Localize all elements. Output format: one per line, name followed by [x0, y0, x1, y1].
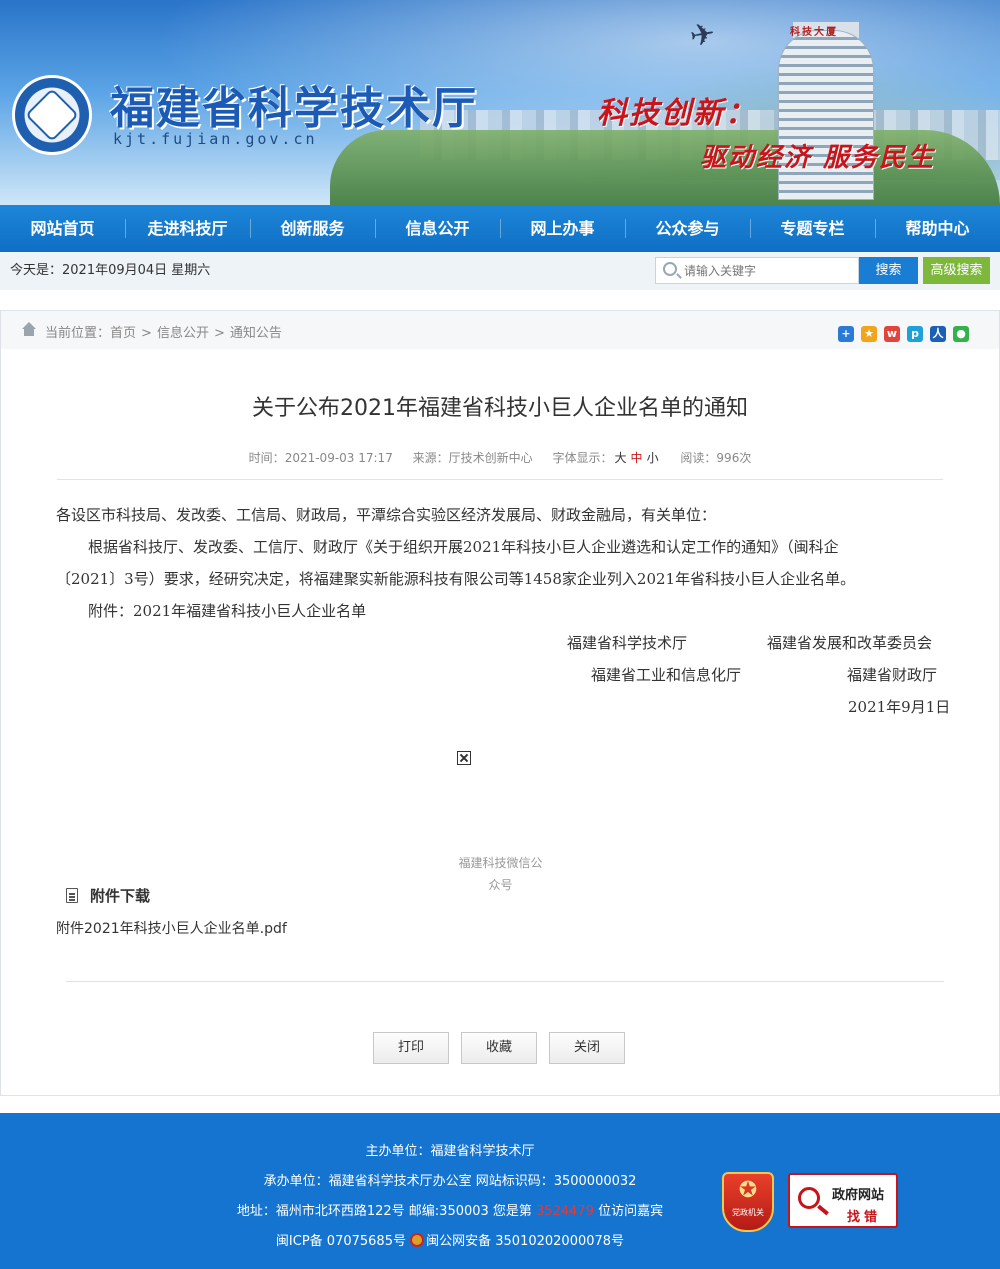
logo-emblem-icon: [25, 88, 79, 142]
breadcrumb-separator: >: [141, 326, 152, 341]
favorite-button[interactable]: 收藏: [461, 1032, 537, 1064]
meta-time: 时间：2021-09-03 17:17: [248, 451, 393, 465]
visitor-count: 3524479: [536, 1204, 594, 1219]
footer-address-suffix: 位访问嘉宾: [598, 1204, 664, 1219]
nav-online-services[interactable]: 网上办事: [500, 205, 625, 252]
breadcrumb-separator: >: [213, 326, 225, 341]
signer-finance-dept: 福建省财政厅: [847, 666, 938, 684]
signer-science-dept: 福建省科学技术厅: [567, 634, 688, 652]
meta-reads: 阅读：996次: [680, 451, 752, 465]
police-record-link[interactable]: 闽公网安备 35010202000078号: [426, 1234, 624, 1249]
slogan-line2: 驱动经济 服务民生: [700, 143, 936, 173]
qzone-icon[interactable]: ★: [861, 326, 877, 342]
footer-host: 主办单位：福建省科学技术厅: [365, 1144, 535, 1159]
party-badge-label: 党政机关: [732, 1208, 764, 1217]
nav-public-participation[interactable]: 公众参与: [625, 205, 750, 252]
qr-caption-line2: 众号: [488, 878, 513, 892]
nav-help[interactable]: 帮助中心: [875, 205, 1000, 252]
recipients-paragraph: 各设区市科技局、发改委、工信局、财政局，平潭综合实验区经济发展局、财政金融局，有…: [56, 506, 717, 524]
slogan-line1: 科技创新：: [597, 96, 757, 131]
share-plus-icon[interactable]: +: [838, 326, 854, 342]
breadcrumb-prefix: 当前位置：: [45, 326, 111, 341]
nav-innovation[interactable]: 创新服务: [250, 205, 375, 252]
search-icon: [663, 262, 677, 276]
broken-image-icon: [457, 751, 471, 765]
party-organ-badge[interactable]: ✪ 党政机关: [722, 1172, 774, 1232]
font-size-small[interactable]: 小: [647, 451, 659, 465]
signer-development-commission: 福建省发展和改革委员会: [767, 634, 933, 652]
attachment-note: 附件：2021年福建省科技小巨人企业名单: [88, 602, 367, 620]
main-nav: 网站首页 走进科技厅 创新服务 信息公开 网上办事 公众参与 专题专栏 帮助中心: [0, 205, 1000, 252]
article-meta: 时间：2021-09-03 17:17 来源：厅技术创新中心 字体显示：大中小 …: [0, 449, 1000, 466]
divider: [66, 981, 944, 982]
tencent-weibo-icon[interactable]: p: [907, 326, 923, 342]
breadcrumb-notices[interactable]: 通知公告: [230, 326, 282, 341]
police-badge-icon: [410, 1233, 425, 1247]
nav-special-topics[interactable]: 专题专栏: [750, 205, 875, 252]
attachment-file-link[interactable]: 附件2021年科技小巨人企业名单.pdf: [56, 918, 287, 938]
qr-caption: 福建科技微信公 众号: [448, 852, 553, 896]
search-input[interactable]: [684, 260, 854, 281]
today-date: 今天是：2021年09月04日 星期六: [10, 263, 211, 278]
nav-home[interactable]: 网站首页: [0, 205, 125, 252]
publish-time: 2021-09-03 17:17: [284, 451, 393, 465]
body-paragraph-line2: 〔2021〕3号）要求，经研究决定，将福建聚实新能源科技有限公司等1458家企业…: [56, 570, 856, 588]
footer-registration: 闽ICP备 07075685号 闽公网安备 35010202000078号: [0, 1230, 900, 1249]
advanced-search-button[interactable]: 高级搜索: [923, 257, 990, 284]
share-icons: + ★ w p 人 ●: [838, 326, 969, 342]
signer-industry-dept: 福建省工业和信息化厅: [591, 666, 742, 684]
read-count: 996次: [716, 451, 752, 465]
font-size-large[interactable]: 大: [615, 451, 627, 465]
weibo-icon[interactable]: w: [884, 326, 900, 342]
issue-date: 2021年9月1日: [848, 698, 951, 716]
tower-sign: 科技大厦: [790, 27, 838, 38]
site-url: kjt.fujian.gov.cn: [113, 130, 318, 148]
party-emblem-icon: ✪: [738, 1178, 758, 1203]
icp-link[interactable]: 闽ICP备 07075685号: [276, 1234, 406, 1249]
meta-font-size: 字体显示：大中小: [552, 451, 659, 465]
article-title: 关于公布2021年福建省科技小巨人企业名单的通知: [252, 396, 748, 421]
qr-caption-line1: 福建科技微信公: [458, 856, 543, 870]
close-button[interactable]: 关闭: [549, 1032, 625, 1064]
banner-tower: [778, 30, 874, 200]
search-button[interactable]: 搜索: [859, 257, 918, 284]
breadcrumb-info-public[interactable]: 信息公开: [157, 326, 209, 341]
font-size-medium[interactable]: 中: [631, 451, 643, 465]
body-paragraph-line1: 根据省科技厅、发改委、工信厅、财政厅《关于组织开展2021年科技小巨人企业遴选和…: [88, 538, 839, 556]
document-icon: [66, 888, 78, 903]
magnifier-icon: [798, 1187, 820, 1209]
breadcrumb-home[interactable]: 首页: [110, 326, 136, 341]
gov-badge-line2: 找错: [847, 1210, 882, 1225]
footer-address-prefix: 地址：福州市北环西路122号 邮编:350003 您是第: [236, 1204, 532, 1219]
divider: [57, 479, 943, 480]
nav-info-public[interactable]: 信息公开: [375, 205, 500, 252]
gov-badge-line1: 政府网站: [832, 1188, 885, 1203]
article-source: 厅技术创新中心: [448, 451, 533, 465]
breadcrumb: 当前位置：首页 > 信息公开 > 通知公告: [45, 322, 282, 341]
site-logo[interactable]: [12, 75, 92, 155]
nav-about[interactable]: 走进科技厅: [125, 205, 250, 252]
meta-source: 来源：厅技术创新中心: [412, 451, 533, 465]
wechat-icon[interactable]: ●: [953, 326, 969, 342]
site-title[interactable]: 福建省科学技术厅: [110, 72, 478, 136]
gov-site-error-badge[interactable]: 政府网站 找错: [788, 1173, 898, 1228]
home-icon: [22, 322, 36, 336]
renren-icon[interactable]: 人: [930, 326, 946, 342]
attachments-heading: 附件下载: [90, 887, 151, 905]
search-box[interactable]: [655, 257, 859, 284]
print-button[interactable]: 打印: [373, 1032, 449, 1064]
